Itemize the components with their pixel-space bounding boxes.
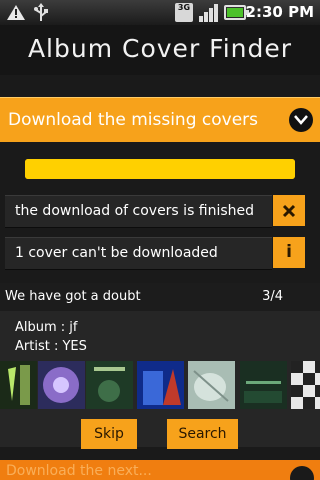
dismiss-message-button[interactable]	[273, 195, 305, 226]
skip-button[interactable]: Skip	[81, 419, 137, 449]
section-header-download-missing[interactable]: Download the missing covers	[0, 97, 320, 142]
info-icon: i	[286, 242, 292, 262]
status-message-failed: 1 cover can't be downloaded	[5, 237, 272, 270]
doubt-heading: We have got a doubt	[5, 289, 141, 304]
3g-icon: 3G	[175, 3, 193, 22]
cover-candidate[interactable]	[240, 361, 287, 409]
cover-candidate[interactable]	[38, 361, 85, 409]
usb-icon	[34, 3, 48, 21]
notification-icon	[7, 5, 25, 20]
cover-candidate[interactable]	[188, 361, 235, 409]
cover-candidate[interactable]	[0, 361, 37, 409]
close-icon	[273, 195, 305, 226]
battery-charging-icon	[224, 5, 249, 20]
app-root: Album Cover Finder Download the missing …	[0, 25, 320, 480]
cover-candidates-strip[interactable]	[0, 361, 320, 411]
cover-candidate[interactable]	[291, 361, 320, 409]
album-name: Album : jf	[15, 320, 78, 335]
download-progress-fill	[25, 159, 295, 179]
search-button[interactable]: Search	[167, 419, 238, 449]
info-message-button[interactable]: i	[273, 237, 305, 268]
doubt-counter: 3/4	[262, 289, 283, 304]
chevron-down-icon	[294, 115, 308, 125]
next-section-chevron-icon	[290, 466, 314, 480]
artist-name: Artist : YES	[15, 339, 87, 354]
collapse-section-button[interactable]	[289, 108, 313, 132]
next-section-label: Download the next...	[6, 463, 152, 479]
section-header-label: Download the missing covers	[8, 110, 259, 130]
next-section-header[interactable]: Download the next...	[0, 460, 320, 480]
cover-candidate[interactable]	[86, 361, 133, 409]
cover-candidate[interactable]	[137, 361, 184, 409]
doubt-panel: We have got a doubt 3/4 Album : jf Artis…	[0, 283, 320, 449]
doubt-header: We have got a doubt 3/4	[0, 283, 320, 311]
status-message-text: 1 cover can't be downloaded	[15, 245, 218, 261]
download-progress-bar	[25, 159, 295, 179]
status-message-text: the download of covers is finished	[15, 203, 255, 219]
app-title: Album Cover Finder	[0, 25, 320, 75]
status-time: 2:30 PM	[245, 3, 314, 21]
status-message-finished: the download of covers is finished	[5, 195, 272, 228]
signal-icon	[199, 4, 218, 22]
status-bar: 3G 2:30 PM	[0, 0, 320, 25]
